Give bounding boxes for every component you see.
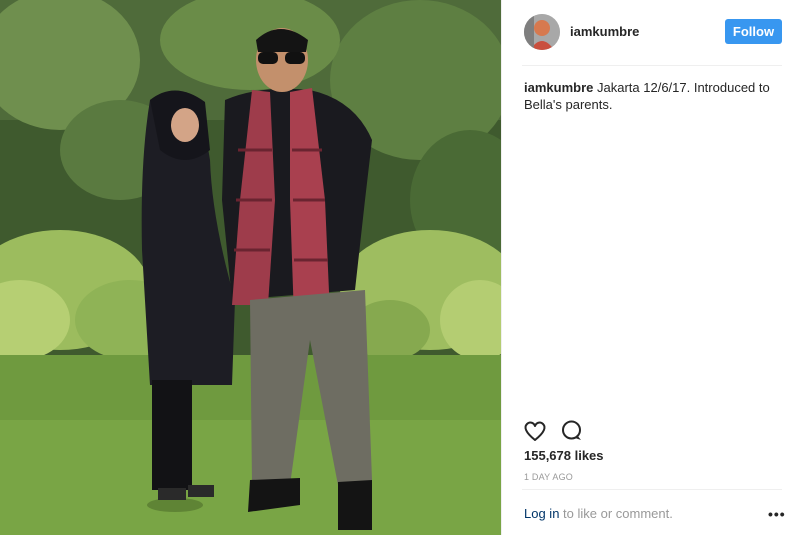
login-link[interactable]: Log in	[524, 506, 559, 521]
header-divider	[522, 65, 782, 66]
header-username[interactable]: iamkumbre	[570, 24, 639, 39]
action-bar	[522, 418, 602, 444]
post-sidebar: iamkumbre Follow iamkumbre Jakarta 12/6/…	[501, 0, 788, 535]
avatar[interactable]	[524, 14, 560, 50]
post-timestamp[interactable]: 1 DAY AGO	[524, 472, 573, 482]
post-photo[interactable]	[0, 0, 501, 535]
follow-button[interactable]: Follow	[725, 19, 782, 44]
like-count[interactable]: 155,678 likes	[524, 448, 604, 463]
comment-prompt: Log in to like or comment.	[524, 506, 673, 521]
post-header: iamkumbre Follow	[502, 0, 788, 65]
caption-username[interactable]: iamkumbre	[524, 80, 593, 95]
comment-bubble-icon[interactable]	[559, 418, 585, 444]
heart-icon[interactable]	[522, 418, 548, 444]
instagram-post: iamkumbre Follow iamkumbre Jakarta 12/6/…	[0, 0, 788, 535]
caption: iamkumbre Jakarta 12/6/17. Introduced to…	[524, 79, 774, 113]
comment-prompt-text: to like or comment.	[563, 506, 673, 521]
more-options-icon[interactable]: •••	[768, 506, 786, 522]
comment-divider	[522, 489, 782, 490]
